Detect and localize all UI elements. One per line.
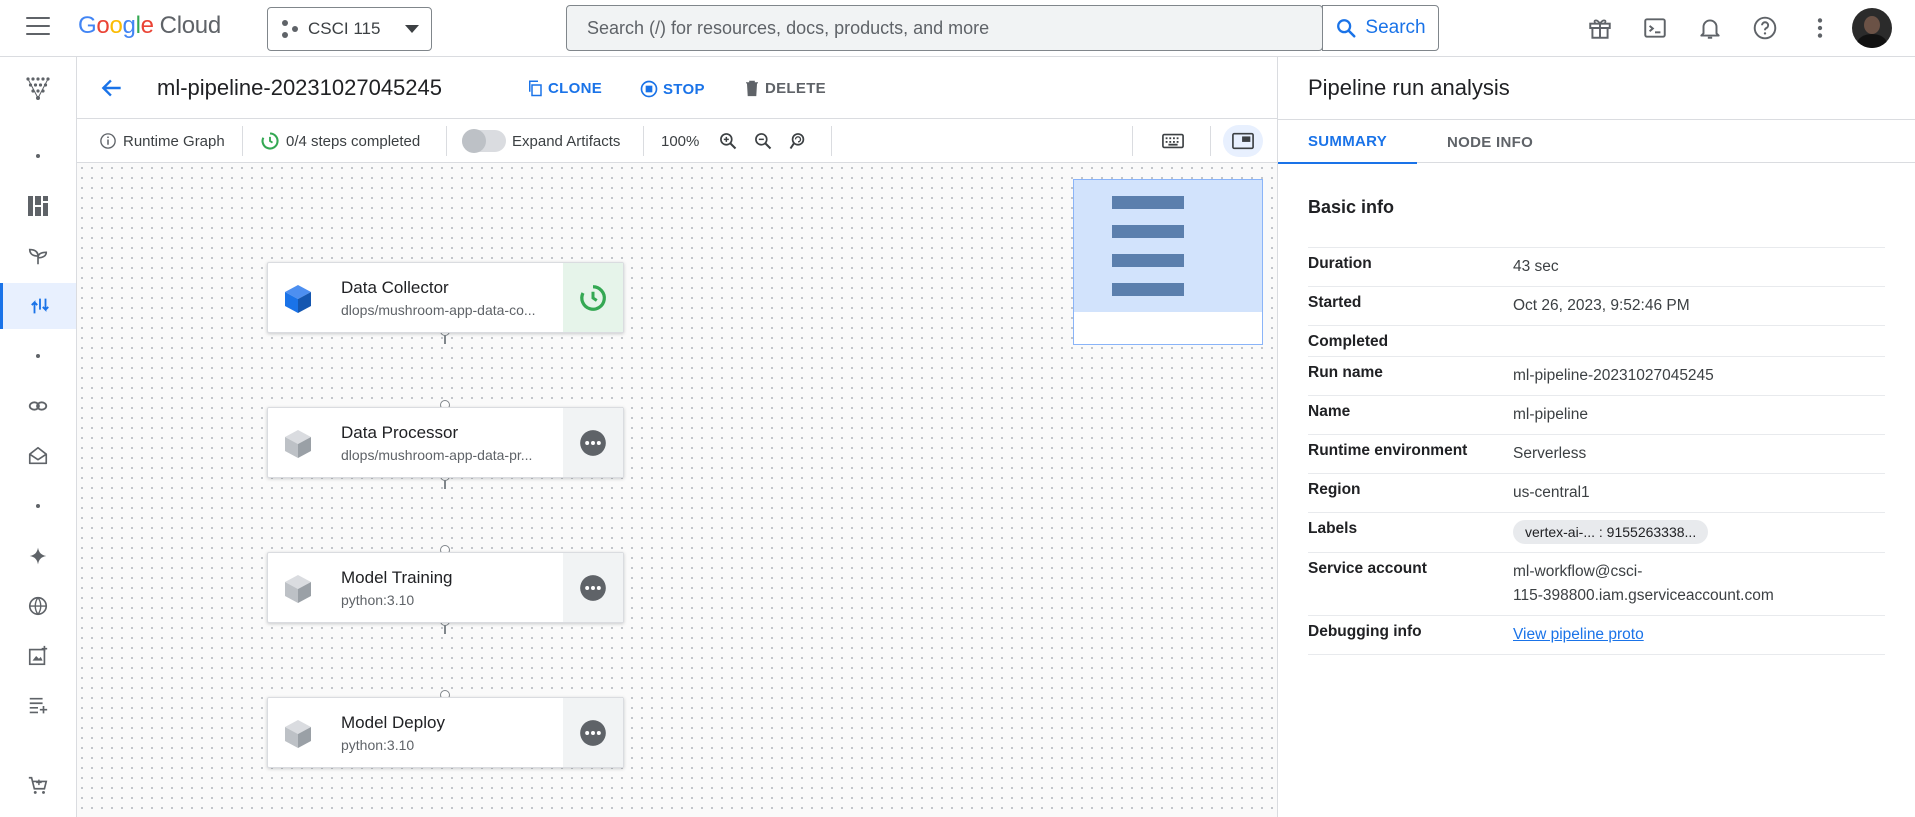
copy-icon [529, 80, 542, 97]
add-image-icon[interactable] [0, 634, 76, 678]
add-comment-icon[interactable] [0, 684, 76, 728]
project-name: CSCI 115 [308, 19, 381, 38]
graph-toolbar: Runtime Graph 0/4 steps completed Expand… [77, 119, 1277, 163]
search-input[interactable] [567, 6, 1323, 50]
progress-icon [261, 132, 279, 150]
main-menu-icon[interactable] [26, 17, 50, 37]
keyboard-icon[interactable] [1162, 119, 1184, 163]
run-analysis-panel: Pipeline run analysis SUMMARY NODE INFO … [1277, 57, 1915, 817]
google-cloud-logo[interactable]: Google Cloud [78, 12, 221, 40]
vertex-ai-logo-icon[interactable] [0, 63, 76, 113]
info-row-name: Name ml-pipeline [1308, 396, 1885, 435]
pipelines-icon[interactable] [0, 283, 76, 329]
pipeline-node-model-training[interactable]: Model Training python:3.10 [267, 552, 624, 623]
globe-icon[interactable] [0, 584, 76, 628]
delete-button[interactable]: DELETE [743, 79, 826, 97]
feature-store-icon[interactable] [0, 434, 76, 478]
marketplace-cart-icon[interactable] [0, 764, 76, 808]
stop-icon [640, 80, 658, 98]
info-row-started: Started Oct 26, 2023, 9:52:46 PM [1308, 287, 1885, 326]
avatar[interactable] [1852, 8, 1892, 48]
terminal-icon[interactable] [1641, 14, 1669, 42]
component-cube-icon [285, 575, 311, 603]
runtime-graph-label[interactable]: Runtime Graph [99, 119, 225, 163]
label-chip[interactable]: vertex-ai-... : 9155263338... [1513, 520, 1709, 544]
minimap-toggle-icon[interactable] [1222, 119, 1264, 163]
component-cube-icon [285, 285, 311, 313]
pending-status-icon [563, 408, 623, 477]
pending-status-icon [563, 553, 623, 622]
info-row-debugging-info: Debugging info View pipeline proto [1308, 616, 1885, 655]
gift-icon[interactable] [1586, 14, 1614, 42]
search-container [566, 5, 1323, 51]
graph-minimap[interactable] [1073, 179, 1263, 345]
component-cube-icon [285, 430, 311, 458]
pipeline-node-model-deploy[interactable]: Model Deploy python:3.10 [267, 697, 624, 768]
dashboard-icon[interactable] [0, 184, 76, 228]
project-icon [282, 20, 300, 38]
info-row-run-name: Run name ml-pipeline-20231027045245 [1308, 357, 1885, 396]
expand-artifacts-toggle[interactable]: Expand Artifacts [462, 119, 620, 163]
sparkle-icon[interactable] [0, 534, 76, 578]
nav-dot-item[interactable] [0, 484, 76, 528]
pipeline-node-data-collector[interactable]: Data Collector dlops/mushroom-app-data-c… [267, 262, 624, 333]
link-icon[interactable] [0, 384, 76, 428]
tab-node-info[interactable]: NODE INFO [1417, 120, 1563, 164]
bell-icon[interactable] [1696, 14, 1724, 42]
info-row-region: Region us-central1 [1308, 474, 1885, 513]
clone-button[interactable]: CLONE [526, 79, 602, 97]
info-icon [100, 133, 116, 149]
back-arrow-icon[interactable] [99, 75, 125, 106]
project-picker-button[interactable]: CSCI 115 [267, 7, 432, 51]
pipeline-graph-canvas[interactable]: Data Collector dlops/mushroom-app-data-c… [77, 163, 1277, 817]
search-icon [1337, 19, 1356, 38]
zoom-level: 100% [661, 132, 700, 150]
help-icon[interactable] [1751, 14, 1779, 42]
more-vert-icon[interactable] [1806, 14, 1834, 42]
toggle-switch[interactable] [462, 129, 506, 153]
top-bar: Google Cloud CSCI 115 Search [0, 0, 1915, 57]
tab-summary[interactable]: SUMMARY [1278, 120, 1418, 164]
info-row-service-account: Service account ml-workflow@csci- 115-39… [1308, 553, 1885, 616]
zoom-out-icon[interactable] [753, 119, 773, 163]
zoom-in-icon[interactable] [718, 119, 738, 163]
basic-info-table: Duration 43 sec Started Oct 26, 2023, 9:… [1308, 247, 1885, 655]
pipeline-node-data-processor[interactable]: Data Processor dlops/mushroom-app-data-p… [267, 407, 624, 478]
info-row-duration: Duration 43 sec [1308, 247, 1885, 287]
sprout-icon[interactable] [0, 234, 76, 278]
section-title: Basic info [1308, 197, 1395, 217]
info-row-runtime-environment: Runtime environment Serverless [1308, 435, 1885, 474]
nav-dot-item[interactable] [0, 134, 76, 178]
left-nav [0, 57, 77, 817]
caret-down-icon [405, 25, 419, 33]
view-pipeline-proto-link[interactable]: View pipeline proto [1513, 626, 1644, 643]
pending-status-icon [563, 698, 623, 767]
nav-dot-item[interactable] [0, 334, 76, 378]
run-header: ml-pipeline-20231027045245 CLONE STOP DE… [77, 57, 1277, 119]
component-cube-icon [285, 720, 311, 748]
info-row-labels: Labels vertex-ai-... : 9155263338... [1308, 513, 1885, 553]
panel-title: Pipeline run analysis [1308, 75, 1510, 100]
page-title: ml-pipeline-20231027045245 [157, 75, 443, 100]
panel-tabs: SUMMARY NODE INFO [1278, 119, 1915, 164]
zoom-reset-icon[interactable] [788, 119, 808, 163]
stop-button[interactable]: STOP [639, 79, 705, 99]
info-row-completed: Completed [1308, 326, 1885, 357]
running-status-icon [563, 263, 623, 332]
trash-icon [746, 80, 758, 97]
steps-status: 0/4 steps completed [260, 119, 420, 163]
search-button[interactable]: Search [1322, 5, 1439, 51]
